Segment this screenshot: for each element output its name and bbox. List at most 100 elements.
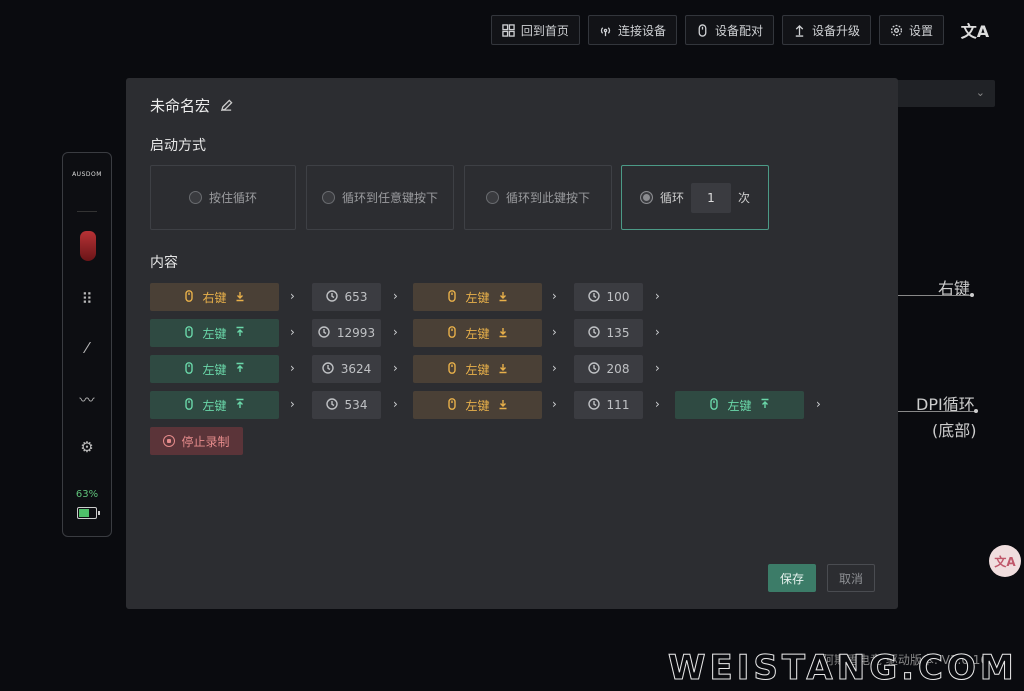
chevron-right-icon: › — [655, 325, 660, 339]
key-label: 左键 — [465, 290, 490, 305]
divider — [77, 211, 97, 212]
chevron-right-icon: › — [290, 361, 295, 375]
leader-dot — [974, 409, 978, 413]
key-up-step[interactable]: 左键 — [150, 391, 279, 419]
delay-step[interactable]: 100 — [574, 283, 643, 311]
press-down-icon — [234, 290, 246, 305]
radio-button[interactable] — [188, 191, 202, 204]
chevron-right-icon: › — [393, 361, 398, 375]
mouse-icon — [446, 325, 458, 341]
delay-value: 135 — [606, 326, 630, 340]
chevron-right-icon: › — [552, 361, 557, 375]
chevron-right-icon: › — [290, 397, 295, 411]
upgrade-device-button[interactable]: 设备升级 — [781, 15, 871, 45]
key-label: 左键 — [202, 326, 227, 341]
key-label: 左键 — [465, 398, 490, 413]
chevron-right-icon: › — [393, 289, 398, 303]
delay-value: 12993 — [336, 326, 376, 340]
key-up-step[interactable]: 左键 — [675, 391, 804, 419]
key-down-step[interactable]: 右键 — [150, 283, 279, 311]
release-up-icon — [234, 398, 246, 413]
key-down-step[interactable]: 左键 — [413, 283, 542, 311]
language-icon[interactable]: 文A — [960, 15, 990, 45]
mouse-icon — [446, 361, 458, 377]
delay-value: 111 — [606, 398, 630, 412]
key-down-step[interactable]: 左键 — [413, 355, 542, 383]
pair-device-button[interactable]: 设备配对 — [684, 15, 774, 45]
press-down-icon — [497, 326, 509, 341]
chevron-right-icon: › — [655, 397, 660, 411]
settings-button[interactable]: 设置 — [878, 15, 944, 45]
delay-step[interactable]: 135 — [574, 319, 643, 347]
mouse-icon — [183, 361, 195, 377]
delay-step[interactable]: 111 — [574, 391, 643, 419]
home-button[interactable]: 回到首页 — [490, 15, 580, 45]
device-sidebar: AUSDOM ⠿ ⁄ 〰 ⚙ 63% — [62, 152, 112, 537]
brand-logo: AUSDOM — [72, 171, 102, 178]
key-down-step[interactable]: 左键 — [413, 319, 542, 347]
loop-count-input[interactable]: 1 — [691, 182, 731, 213]
delay-value: 3624 — [340, 362, 372, 376]
delay-step[interactable]: 653 — [312, 283, 381, 311]
edit-pencil-icon[interactable] — [220, 99, 233, 112]
clock-icon — [322, 361, 334, 377]
settings-label: 设置 — [908, 23, 933, 38]
dpi-cycle-sub-label: (底部) — [932, 421, 977, 440]
option-loop-count[interactable]: 循环 1 次 — [621, 165, 769, 230]
mouse-icon — [698, 23, 707, 37]
key-up-step[interactable]: 左键 — [150, 355, 279, 383]
watermark: WEISTANG.COM — [668, 648, 1018, 689]
chevron-right-icon: › — [552, 289, 557, 303]
battery-fill — [79, 509, 90, 517]
chevron-right-icon: › — [816, 397, 821, 411]
option-loop-until-any-key[interactable]: 循环到任意键按下 — [306, 165, 454, 230]
option-loop-until-this-key[interactable]: 循环到此键按下 — [464, 165, 612, 230]
chevron-down-icon: ⌄ — [975, 86, 985, 99]
macro-editor-dialog: 未命名宏 启动方式 按住循环 循环到任意键按下 循环到此键按下 循环 1 次 内… — [126, 78, 898, 609]
option-label: 循环 — [659, 191, 684, 205]
chevron-right-icon: › — [393, 397, 398, 411]
connect-device-button[interactable]: 连接设备 — [587, 15, 677, 45]
content-heading: 内容 — [150, 255, 178, 271]
key-label: 左键 — [202, 398, 227, 413]
translate-icon[interactable]: 文A — [989, 545, 1021, 577]
pair-device-label: 设备配对 — [714, 23, 763, 38]
mouse-device-icon[interactable] — [80, 231, 96, 261]
clock-icon — [587, 361, 600, 377]
battery-icon — [77, 507, 100, 519]
magic-wand-icon[interactable]: ⁄ — [63, 339, 111, 357]
chevron-right-icon: › — [290, 289, 295, 303]
key-label: 左键 — [465, 326, 490, 341]
key-label: 左键 — [202, 362, 227, 377]
radio-button[interactable] — [321, 191, 335, 204]
leader-line — [898, 295, 972, 296]
save-button[interactable]: 保存 — [768, 564, 816, 592]
cancel-button[interactable]: 取消 — [827, 564, 875, 592]
radio-button[interactable] — [485, 191, 499, 204]
home-grid-icon — [502, 23, 515, 37]
key-label: 左键 — [465, 362, 490, 377]
key-down-step[interactable]: 左键 — [413, 391, 542, 419]
delay-step[interactable]: 208 — [574, 355, 643, 383]
clock-icon — [325, 289, 338, 305]
macro-name: 未命名宏 — [150, 97, 211, 115]
mouse-icon — [183, 289, 195, 305]
delay-value: 100 — [606, 290, 630, 304]
option-hold-loop[interactable]: 按住循环 — [150, 165, 296, 230]
option-label: 循环到任意键按下 — [341, 191, 438, 205]
delay-value: 653 — [344, 290, 368, 304]
chevron-right-icon: › — [655, 361, 660, 375]
clock-icon — [587, 325, 600, 341]
stop-recording-button[interactable]: 停止录制 — [150, 427, 243, 455]
gear-icon[interactable]: ⚙ — [63, 438, 111, 456]
chart-line-icon[interactable]: 〰 — [63, 389, 111, 410]
key-up-step[interactable]: 左键 — [150, 319, 279, 347]
keypad-grid-icon[interactable]: ⠿ — [63, 290, 111, 308]
delay-step[interactable]: 12993 — [312, 319, 381, 347]
delay-step[interactable]: 3624 — [312, 355, 381, 383]
chevron-right-icon: › — [552, 397, 557, 411]
clock-icon — [587, 289, 600, 305]
delay-step[interactable]: 534 — [312, 391, 381, 419]
upgrade-device-label: 设备升级 — [811, 23, 860, 38]
radio-button[interactable] — [639, 191, 653, 204]
